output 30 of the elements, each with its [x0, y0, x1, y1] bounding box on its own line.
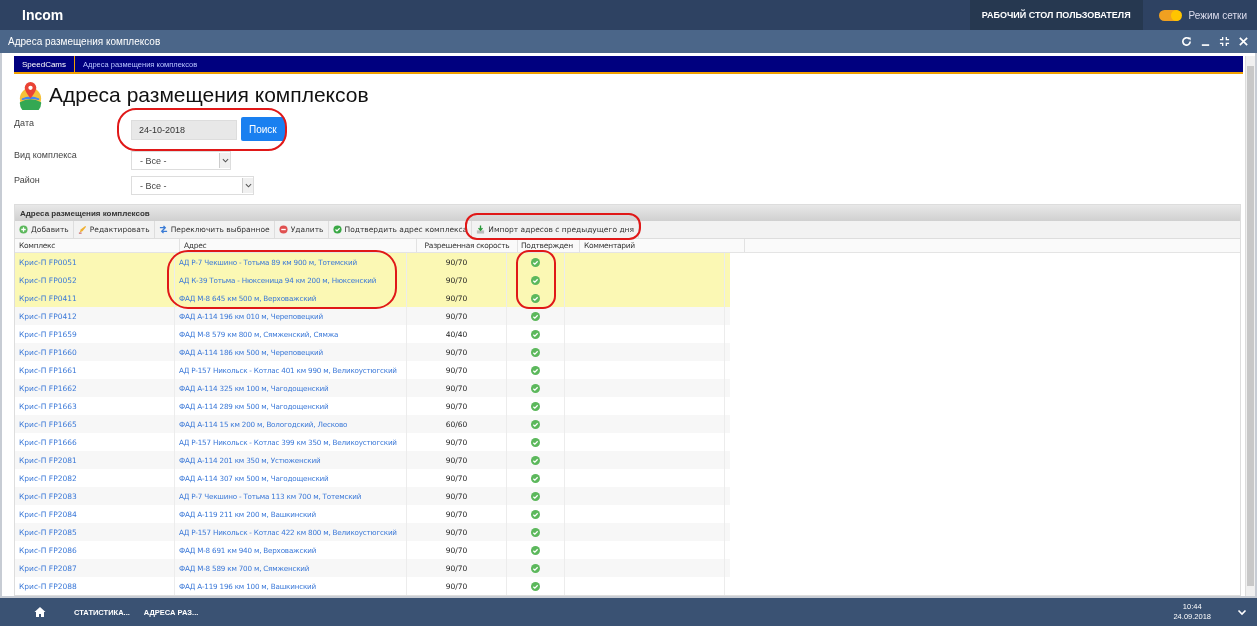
- toggle-label: Режим сетки: [1188, 9, 1247, 21]
- home-icon[interactable]: [34, 606, 46, 618]
- close-icon[interactable]: [1238, 36, 1249, 47]
- page-title: Адреса размещения комплексов: [49, 83, 369, 107]
- dropdown[interactable]: - Все -: [131, 176, 254, 195]
- grid-title: Адреса размещения комплексов: [20, 208, 150, 218]
- annotation-frame: [516, 250, 556, 309]
- refresh-icon[interactable]: [1181, 36, 1192, 47]
- search-button[interactable]: Поиск: [241, 117, 285, 141]
- field-label: Вид комплекса: [14, 149, 78, 160]
- pencil-icon: [77, 225, 87, 234]
- chevron-down-icon[interactable]: [1237, 607, 1247, 617]
- app-logo: Incom: [22, 7, 64, 23]
- download-icon: [476, 225, 486, 234]
- breadcrumb-link[interactable]: SpeedCams: [14, 56, 76, 72]
- caret-icon: [244, 182, 252, 189]
- toggle-switch[interactable]: [1158, 9, 1181, 21]
- dropdown[interactable]: - Все -: [131, 151, 231, 170]
- minus-icon: [278, 225, 288, 234]
- swap-arrows-icon: [158, 225, 168, 234]
- caret-icon: [221, 157, 229, 164]
- plus-icon: [19, 225, 28, 234]
- window-title: Адреса размещения комплексов: [8, 36, 161, 47]
- scrollbar[interactable]: [1245, 56, 1255, 596]
- date-field[interactable]: 24-10-2018: [131, 120, 237, 140]
- field-label: Дата: [14, 117, 35, 128]
- check-icon: [332, 225, 342, 234]
- restore-icon[interactable]: [1219, 36, 1230, 47]
- desktop-button[interactable]: РАБОЧИЙ СТОЛ ПОЛЬЗОВАТЕЛЯ: [969, 0, 1143, 30]
- field-label: Район: [14, 174, 41, 185]
